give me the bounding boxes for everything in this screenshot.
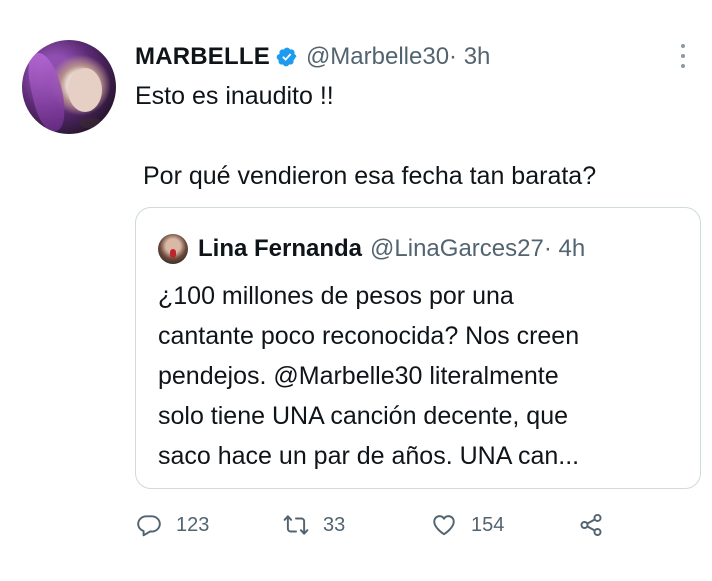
author-name[interactable]: MARBELLE xyxy=(135,43,270,71)
tweet-header: MARBELLE @Marbelle30 · 3h xyxy=(135,40,490,74)
retweet-count: 33 xyxy=(323,513,346,536)
tweet-time[interactable]: · 3h xyxy=(449,43,490,71)
reply-button[interactable]: 123 xyxy=(136,510,209,540)
quoted-header: Lina Fernanda @LinaGarces27 · 4h xyxy=(158,234,585,264)
retweet-icon xyxy=(283,515,309,535)
action-bar: 123 33 154 xyxy=(0,510,712,540)
like-count: 154 xyxy=(471,513,505,536)
reply-count: 123 xyxy=(176,513,210,536)
tweet-text-line1: Esto es inaudito !! xyxy=(135,82,334,110)
share-button[interactable] xyxy=(578,510,604,540)
avatar-face xyxy=(68,68,102,112)
reply-icon xyxy=(137,515,161,537)
avatar-hair xyxy=(24,49,70,134)
verified-badge-icon xyxy=(276,46,298,68)
quoted-text: ¿100 millones de pesos por una cantante … xyxy=(158,282,580,470)
quoted-time: · 4h xyxy=(543,235,586,262)
tweet-text-line2: Por qué vendieron esa fecha tan barata? xyxy=(143,162,597,190)
quoted-author-avatar[interactable] xyxy=(158,234,188,264)
more-options-icon[interactable] xyxy=(676,44,690,68)
author-avatar[interactable] xyxy=(22,40,116,134)
quoted-tweet[interactable]: Lina Fernanda @LinaGarces27 · 4h ¿100 mi… xyxy=(135,207,701,489)
retweet-button[interactable]: 33 xyxy=(283,510,345,540)
avatar-tattoo xyxy=(80,118,100,128)
share-icon xyxy=(580,513,602,537)
like-icon xyxy=(433,515,455,536)
quoted-author-handle: @LinaGarces27 xyxy=(370,235,544,262)
tweet[interactable]: MARBELLE @Marbelle30 · 3h Esto es inaudi… xyxy=(0,0,712,581)
author-handle[interactable]: @Marbelle30 xyxy=(306,43,449,71)
like-button[interactable]: 154 xyxy=(431,510,504,540)
quoted-author-name: Lina Fernanda xyxy=(198,235,363,262)
